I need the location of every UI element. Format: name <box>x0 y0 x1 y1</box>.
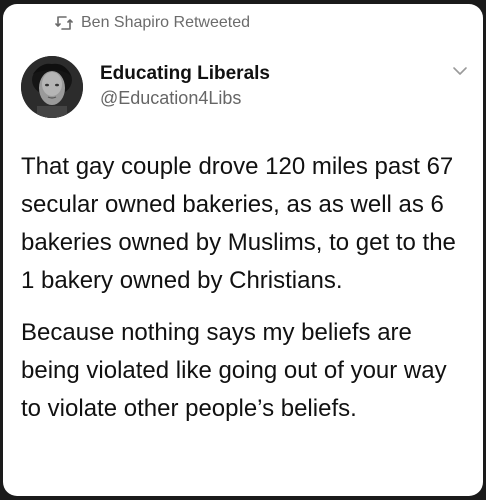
tweet-paragraph: Because nothing says my beliefs are bein… <box>21 319 447 422</box>
tweet-paragraph: That gay couple drove 120 miles past 67 … <box>21 153 456 294</box>
retweet-indicator[interactable]: Ben Shapiro Retweeted <box>55 14 250 32</box>
tweet-body: That gay couple drove 120 miles past 67 … <box>21 148 473 442</box>
retweet-label: Ben Shapiro Retweeted <box>81 14 250 31</box>
retweet-icon <box>55 16 73 30</box>
display-name[interactable]: Educating Liberals <box>100 62 270 86</box>
user-handle[interactable]: @Education4Libs <box>100 86 270 110</box>
author-block[interactable]: Educating Liberals @Education4Libs <box>100 62 270 110</box>
avatar[interactable] <box>21 56 83 118</box>
avatar-photo <box>21 56 83 118</box>
chevron-down-icon[interactable] <box>451 64 469 78</box>
tweet-card[interactable]: Ben Shapiro Retweeted Educating Liberals… <box>3 4 483 496</box>
